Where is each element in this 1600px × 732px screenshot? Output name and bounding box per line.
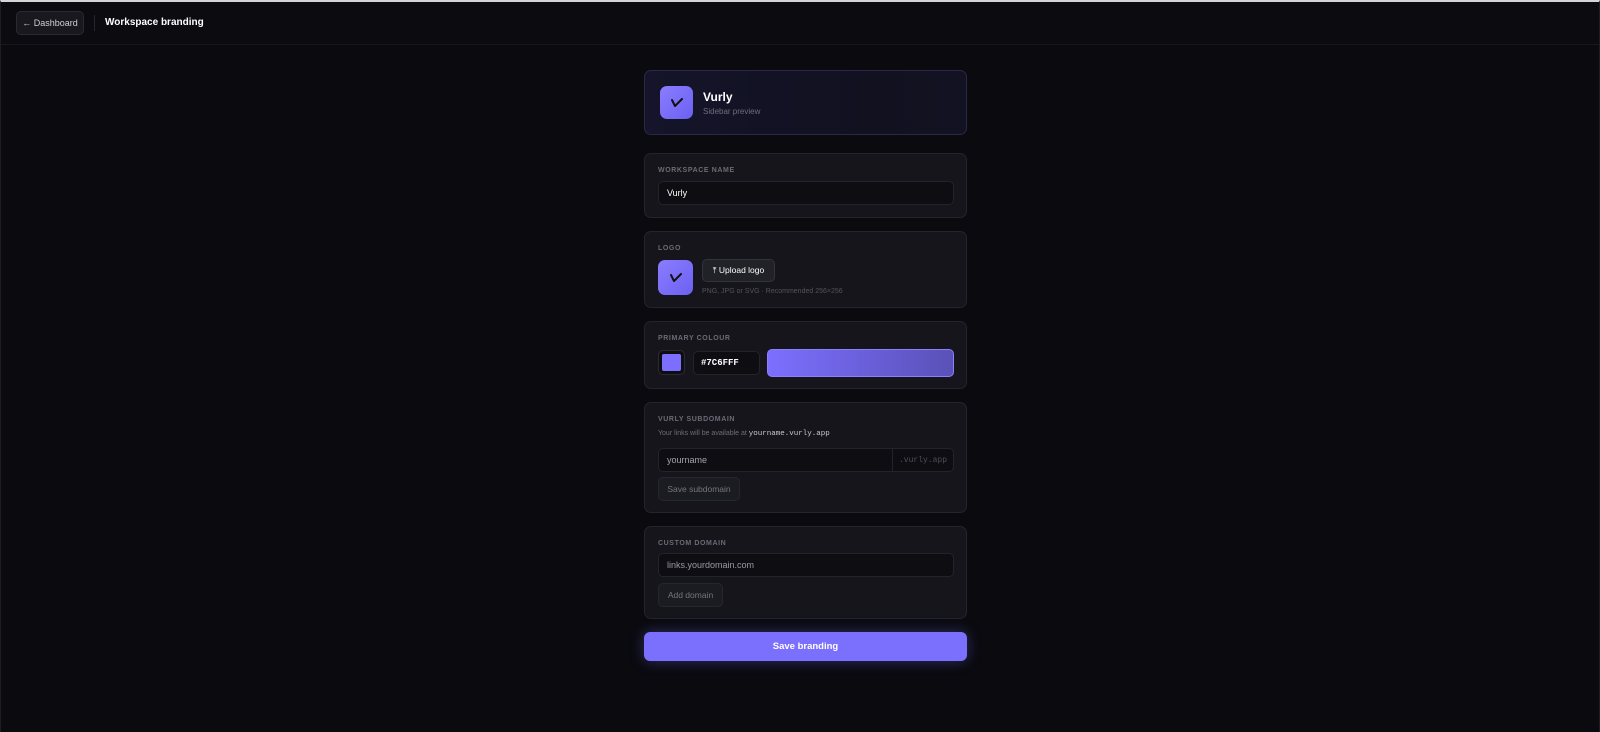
primary-colour-card: PRIMARY COLOUR xyxy=(644,321,967,389)
vurly-logo-icon xyxy=(658,260,693,295)
vurly-logo-icon xyxy=(660,86,693,119)
subdomain-suffix: .vurly.app xyxy=(892,449,953,471)
subdomain-card: VURLY SUBDOMAIN Your links will be avail… xyxy=(644,402,967,513)
primary-colour-label: PRIMARY COLOUR xyxy=(658,335,731,342)
custom-domain-label: CUSTOM DOMAIN xyxy=(658,540,727,547)
add-domain-button[interactable]: Add domain xyxy=(658,583,723,607)
preview-subtitle: Sidebar preview xyxy=(703,107,761,116)
custom-domain-input[interactable] xyxy=(658,553,954,577)
subdomain-example: yourname.vurly.app xyxy=(748,430,830,438)
subdomain-label: VURLY SUBDOMAIN xyxy=(658,416,736,423)
workspace-name-label: WORKSPACE NAME xyxy=(658,167,735,174)
top-bar: ← Dashboard Workspace branding xyxy=(1,2,1599,45)
colour-picker-swatch[interactable] xyxy=(658,350,685,375)
app-window: ← Dashboard Workspace branding Vurly Sid… xyxy=(0,0,1600,732)
upload-hint: PNG, JPG or SVG · Recommended 256×256 xyxy=(702,288,843,295)
back-to-dashboard-button[interactable]: ← Dashboard xyxy=(16,11,84,35)
logo-label: LOGO xyxy=(658,245,682,252)
subdomain-field: .vurly.app xyxy=(658,448,954,472)
save-branding-button[interactable]: Save branding xyxy=(644,632,967,661)
subdomain-input[interactable] xyxy=(659,449,893,471)
workspace-name-input[interactable] xyxy=(658,181,954,205)
subdomain-help-prefix: Your links will be available at xyxy=(658,430,749,437)
colour-swatch xyxy=(662,354,681,371)
upload-logo-button[interactable]: ⤒ Upload logo xyxy=(702,259,775,282)
sidebar-preview-card: Vurly Sidebar preview xyxy=(644,70,967,135)
hex-colour-input[interactable] xyxy=(693,351,760,375)
preview-workspace-name: Vurly xyxy=(703,90,733,104)
custom-domain-card: CUSTOM DOMAIN Add domain xyxy=(644,526,967,619)
workspace-name-card: WORKSPACE NAME xyxy=(644,153,967,218)
save-subdomain-button[interactable]: Save subdomain xyxy=(658,477,740,501)
topbar-divider xyxy=(94,15,95,31)
subdomain-help-text: Your links will be available at yourname… xyxy=(658,430,830,438)
logo-card: LOGO ⤒ Upload logo PNG, JPG or SVG · Rec… xyxy=(644,231,967,308)
colour-gradient-preview xyxy=(767,349,954,377)
page-title: Workspace branding xyxy=(105,17,204,28)
